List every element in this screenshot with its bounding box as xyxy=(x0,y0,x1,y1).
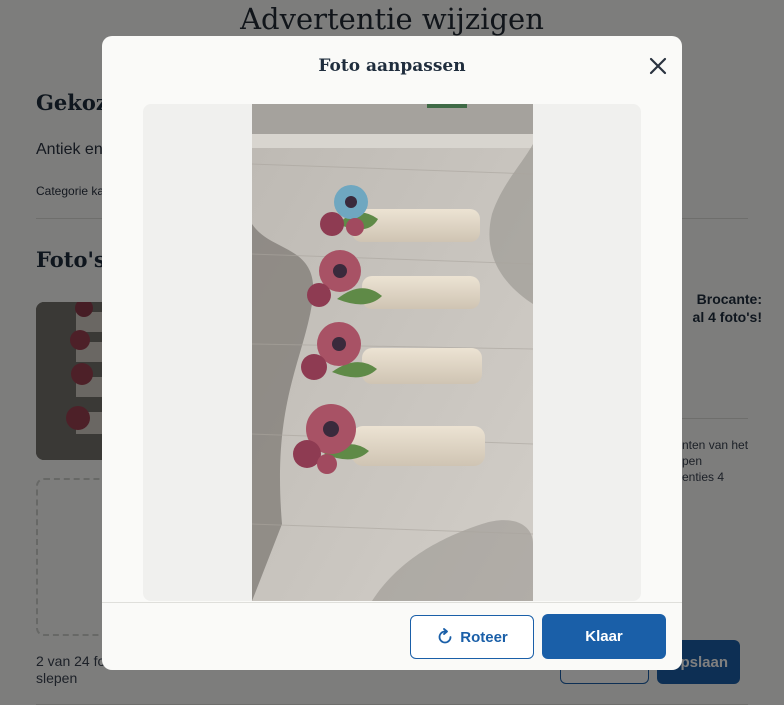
divider xyxy=(102,602,682,603)
edit-photo-modal: Foto aanpassen Roteer Klaar xyxy=(102,36,682,670)
modal-title: Foto aanpassen xyxy=(318,56,466,76)
done-button[interactable]: Klaar xyxy=(542,614,666,659)
photo-preview-area xyxy=(143,104,641,601)
rotate-button[interactable]: Roteer xyxy=(410,615,534,659)
close-icon xyxy=(649,57,667,75)
rotate-icon xyxy=(438,628,452,644)
photo-preview[interactable] xyxy=(252,104,533,601)
rotate-label: Roteer xyxy=(460,628,508,646)
close-button[interactable] xyxy=(646,54,670,78)
photo-preview-image xyxy=(252,104,533,601)
